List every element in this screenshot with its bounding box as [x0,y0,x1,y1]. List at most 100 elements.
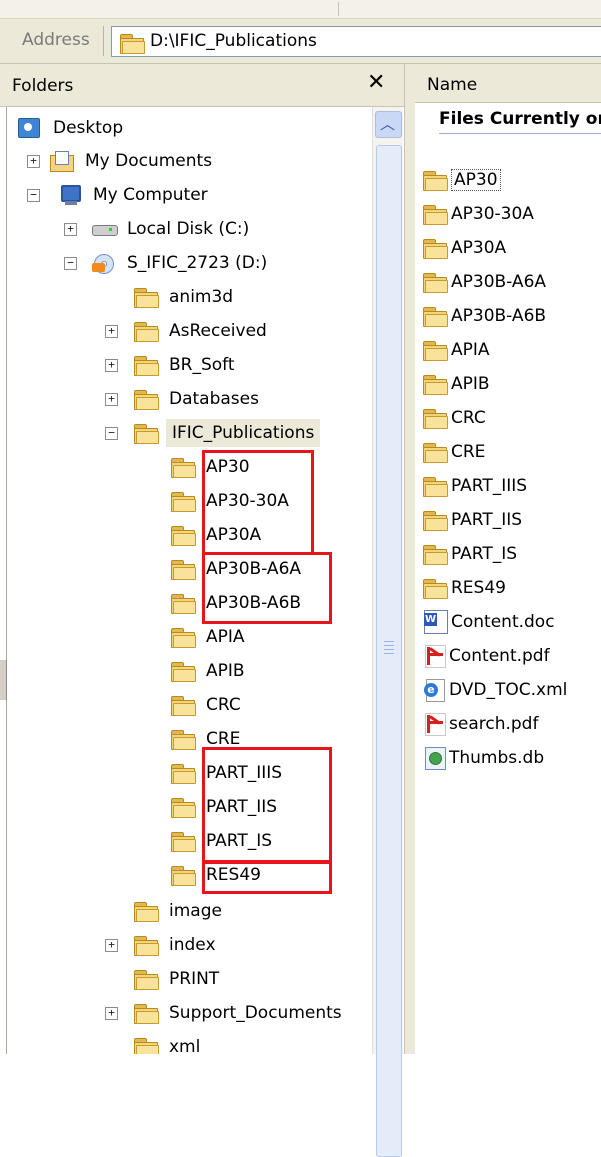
tree-item-label: AsReceived [169,321,267,341]
file-item-thumbs-db[interactable]: Thumbs.db [424,744,544,772]
folder-icon [171,695,197,716]
tree-item-br-soft[interactable]: BR_Soft [134,350,238,380]
folder-icon [171,525,197,546]
chevron-up-icon: ︿ [380,115,396,133]
tree-item-label: anim3d [169,287,234,307]
toolbar-separator [338,2,339,16]
file-label: AP30 [451,169,501,191]
folder-icon [171,593,197,614]
collapse-icon[interactable]: − [105,427,118,440]
tree-item-label: PRINT [169,969,220,989]
folder-icon [423,306,449,327]
file-item-ap30-30a[interactable]: AP30-30A [423,200,534,228]
file-label: AP30-30A [451,204,534,224]
tree-scrollbar[interactable]: ︿ [372,107,403,1157]
file-item-cre[interactable]: CRE [423,438,485,466]
folder-icon [423,510,449,531]
tree-item-label: Desktop [53,118,124,138]
expand-icon[interactable]: + [105,1007,118,1020]
folder-icon [171,627,197,648]
folder-icon [423,204,449,225]
folder-icon [423,408,449,429]
folder-icon [134,935,160,956]
word-document-icon: W [424,610,448,634]
scroll-up-button[interactable]: ︿ [375,111,402,138]
folder-icon [134,389,160,410]
address-input[interactable]: D:\IFIC_Publications [111,26,601,57]
tree-item-local-disk[interactable]: Local Disk (C:) [92,214,252,244]
address-path: D:\IFIC_Publications [150,31,317,51]
pdf-icon [424,645,446,668]
tree-item-my-computer[interactable]: My Computer [58,180,211,210]
file-item-res49[interactable]: RES49 [423,574,506,602]
tree-item-label: APIA [206,627,245,647]
file-item-content-pdf[interactable]: Content.pdf [424,642,550,670]
address-bar: Address D:\IFIC_Publications [0,19,601,64]
file-label: search.pdf [449,714,539,734]
tree-item-databases[interactable]: Databases [134,384,262,414]
file-item-ap30a[interactable]: AP30A [423,234,506,262]
folder-icon [134,969,160,990]
tree-item-asreceived[interactable]: AsReceived [134,316,270,346]
folder-icon [423,170,449,191]
file-label: AP30A [451,238,507,258]
tree-item-ific-publications[interactable]: IFIC_Publications [134,418,321,448]
file-item-dvd-toc-xml[interactable]: e DVD_TOC.xml [424,676,567,704]
file-item-content-doc[interactable]: W Content.doc [424,608,555,636]
tree-item-xml[interactable]: xml [134,1032,203,1054]
xml-file-icon: e [424,679,446,702]
tree-item-index[interactable]: index [134,930,219,960]
grip-line [384,641,394,642]
tree-item-support-documents[interactable]: Support_Documents [134,998,345,1028]
expand-icon[interactable]: + [105,325,118,338]
expand-icon[interactable]: + [105,939,118,952]
tree-item-anim3d[interactable]: anim3d [134,282,236,312]
expand-icon[interactable]: + [105,359,118,372]
expand-icon[interactable]: + [27,155,40,168]
file-item-crc[interactable]: CRC [423,404,486,432]
tree-item-label: index [169,935,216,955]
file-item-ap30b-a6a[interactable]: AP30B-A6A [423,268,546,296]
tree-item-label: S_IFIC_2723 (D:) [127,253,268,273]
file-label: AP30B-A6B [451,306,547,326]
file-label: APIA [451,340,490,360]
file-item-search-pdf[interactable]: search.pdf [424,710,538,738]
file-item-ap30b-a6b[interactable]: AP30B-A6B [423,302,546,330]
tree-item-apia[interactable]: APIA [171,622,248,652]
collapse-icon[interactable]: − [27,189,40,202]
highlight-box [202,861,332,894]
file-item-part-iis[interactable]: PART_IIS [423,506,522,534]
splitter-handle[interactable] [0,660,7,700]
tree-item-apib[interactable]: APIB [171,656,248,686]
expand-icon[interactable]: + [105,393,118,406]
file-item-ap30[interactable]: AP30 [423,166,501,194]
pdf-icon [424,713,446,736]
tree-item-print[interactable]: PRINT [134,964,222,994]
tree-item-dvd-drive[interactable]: S_IFIC_2723 (D:) [92,248,270,278]
expand-icon[interactable]: + [64,223,77,236]
tree-item-my-documents[interactable]: My Documents [50,146,215,176]
file-item-part-iiis[interactable]: PART_IIIS [423,472,527,500]
tree-item-label: My Computer [93,185,208,205]
folder-icon [134,1003,160,1024]
file-label: PART_IIIS [451,476,528,496]
close-icon[interactable]: ✕ [367,72,385,94]
folders-pane-title: Folders [12,76,74,96]
tree-item-desktop[interactable]: Desktop [18,113,126,143]
column-header-name[interactable]: Name [415,64,601,103]
file-item-apib[interactable]: APIB [423,370,490,398]
folder-icon [171,661,197,682]
file-label: DVD_TOC.xml [449,680,568,700]
tree-item-crc[interactable]: CRC [171,690,244,720]
tree-item-label: BR_Soft [169,355,235,375]
desktop-icon [18,118,44,138]
tree-item-image[interactable]: image [134,896,225,926]
my-documents-icon [50,151,76,172]
scroll-thumb[interactable] [376,145,402,1157]
tree-border [6,107,7,1054]
folder-icon [134,287,160,308]
file-item-part-is[interactable]: PART_IS [423,540,517,568]
collapse-icon[interactable]: − [64,257,77,270]
file-item-apia[interactable]: APIA [423,336,490,364]
file-label: Content.doc [451,612,555,632]
